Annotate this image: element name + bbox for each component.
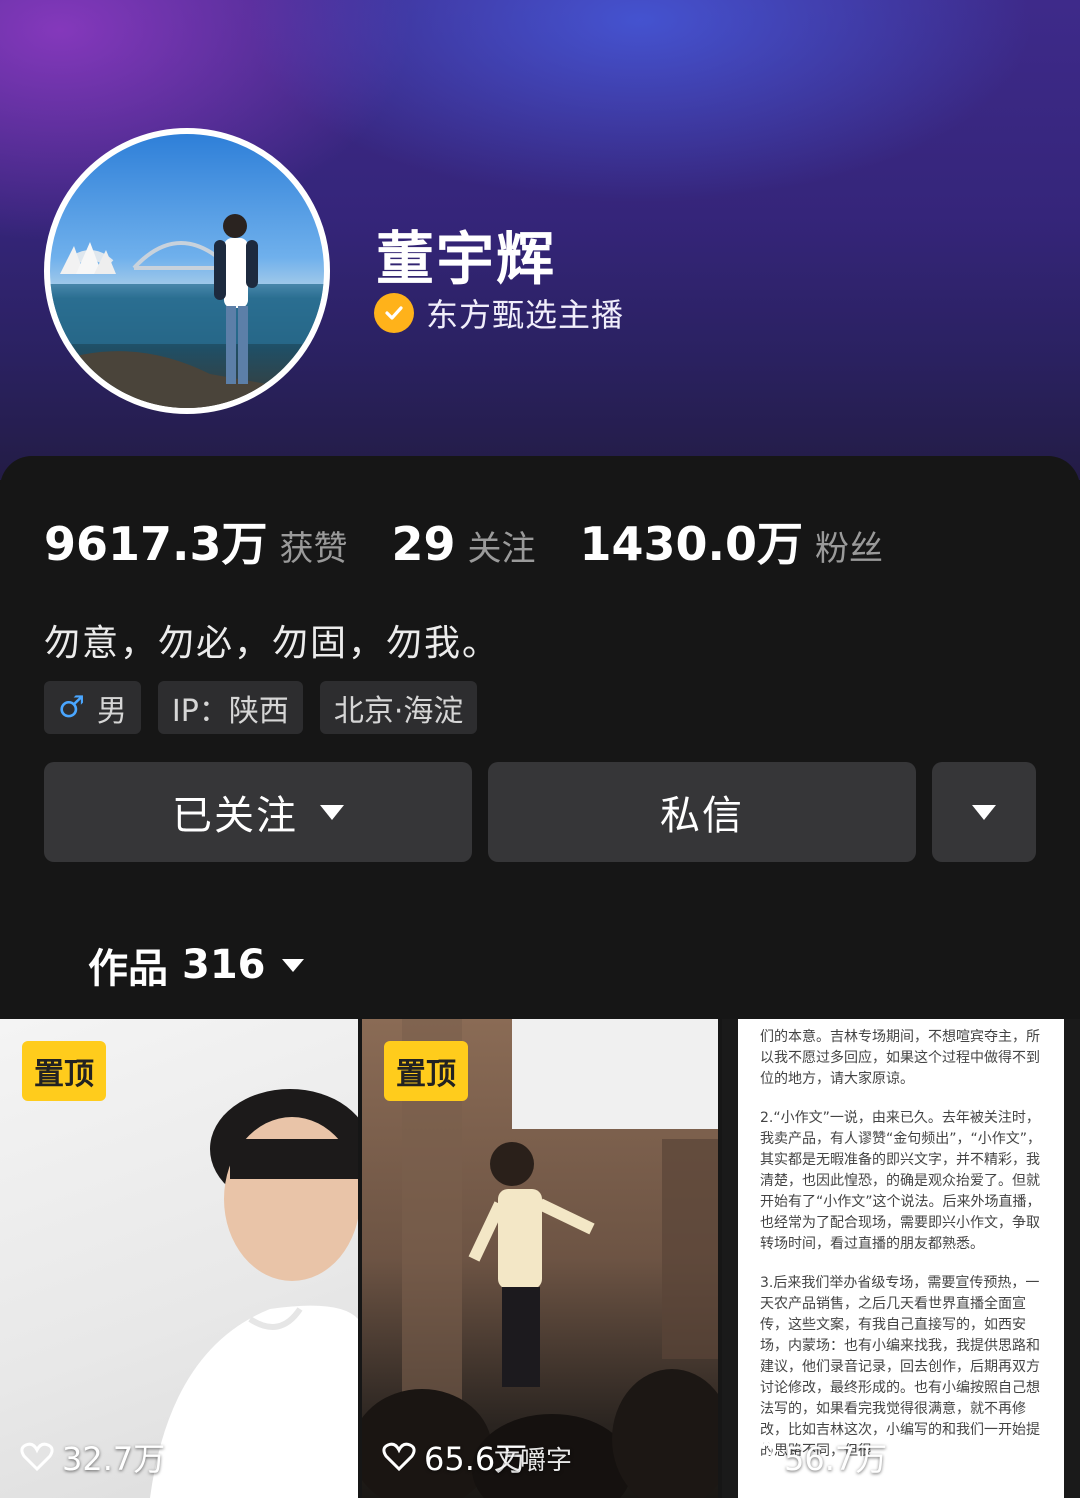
location-tag[interactable]: 北京·海淀 bbox=[319, 681, 478, 734]
video-grid: 置顶 32.7万 置顶 65.6万 们的本意。吉林专场期间，不想喧宾夺主，所以我… bbox=[0, 1019, 1080, 1498]
pinned-badge: 置顶 bbox=[384, 1041, 468, 1101]
male-icon: ♂ bbox=[58, 690, 85, 725]
caret-down-icon bbox=[320, 804, 344, 820]
avatar-photo bbox=[50, 214, 324, 408]
stats-row: 9617.3万 获赞 29 关注 1430.0万 粉丝 bbox=[44, 508, 927, 574]
followed-button[interactable]: 已关注 bbox=[44, 762, 472, 862]
profile-tags: ♂ 男 IP：陕西 北京·海淀 bbox=[44, 681, 494, 734]
stat-following-value: 29 bbox=[391, 517, 456, 571]
caret-down-icon bbox=[281, 958, 304, 972]
caret-down-icon bbox=[972, 804, 996, 820]
verified-check-icon bbox=[374, 293, 414, 333]
verification-badge: 东方甄选主播 bbox=[374, 290, 624, 336]
likes-count: 32.7万 bbox=[62, 1440, 166, 1478]
stat-likes[interactable]: 9617.3万 获赞 bbox=[44, 508, 348, 574]
stat-followers-label: 粉丝 bbox=[815, 529, 884, 569]
watermark-text: 文嚼字 bbox=[494, 1446, 573, 1476]
location-label: 北京·海淀 bbox=[333, 693, 464, 729]
bio-text: 勿意，勿必，勿固，勿我。 bbox=[44, 623, 501, 664]
stat-likes-value: 9617.3万 bbox=[44, 517, 268, 571]
profile-name: 董宇辉 bbox=[376, 225, 557, 293]
tab-works-label: 作品 bbox=[88, 946, 168, 992]
video-likes: 56.7万 bbox=[742, 1434, 887, 1480]
more-options-button[interactable] bbox=[932, 762, 1036, 862]
gender-label: 男 bbox=[96, 693, 127, 729]
heart-icon bbox=[742, 1442, 776, 1472]
heart-icon bbox=[20, 1442, 54, 1472]
followed-button-label: 已关注 bbox=[172, 793, 298, 839]
verification-text: 东方甄选主播 bbox=[426, 296, 625, 334]
video-tile[interactable]: 们的本意。吉林专场期间，不想喧宾夺主，所以我不愿过多回应，如果这个过程中做得不到… bbox=[722, 1019, 1080, 1498]
message-button[interactable]: 私信 bbox=[488, 762, 916, 862]
video-tile[interactable]: 置顶 32.7万 bbox=[0, 1019, 358, 1498]
pinned-badge: 置顶 bbox=[22, 1041, 106, 1101]
video-likes: 32.7万 bbox=[20, 1434, 165, 1480]
message-button-label: 私信 bbox=[660, 793, 744, 839]
avatar[interactable] bbox=[44, 128, 330, 414]
video-tile[interactable]: 置顶 65.6万 bbox=[362, 1019, 718, 1498]
gender-tag: ♂ 男 bbox=[44, 681, 141, 734]
likes-count: 56.7万 bbox=[784, 1440, 888, 1478]
doc-paragraph: 们的本意。吉林专场期间，不想喧宾夺主，所以我不愿过多回应，如果这个过程中做得不到… bbox=[760, 1029, 1040, 1087]
tab-works[interactable]: 作品 316 bbox=[88, 936, 304, 994]
heart-icon bbox=[382, 1442, 416, 1472]
stat-following-label: 关注 bbox=[467, 529, 536, 569]
stat-following[interactable]: 29 关注 bbox=[392, 517, 536, 571]
stat-likes-label: 获赞 bbox=[279, 529, 348, 569]
tab-works-count: 316 bbox=[182, 942, 266, 988]
ip-label: IP：陕西 bbox=[171, 693, 289, 729]
doc-paragraph: 2.“小作文”一说，由来已久。去年被关注时，我卖产品，有人谬赞“金句频出”，“小… bbox=[760, 1110, 1042, 1252]
stat-followers-value: 1430.0万 bbox=[579, 517, 804, 571]
document-thumbnail: 们的本意。吉林专场期间，不想喧宾夺主，所以我不愿过多回应，如果这个过程中做得不到… bbox=[738, 1019, 1064, 1498]
stat-followers[interactable]: 1430.0万 粉丝 bbox=[580, 508, 884, 574]
ip-tag: IP：陕西 bbox=[157, 681, 303, 734]
